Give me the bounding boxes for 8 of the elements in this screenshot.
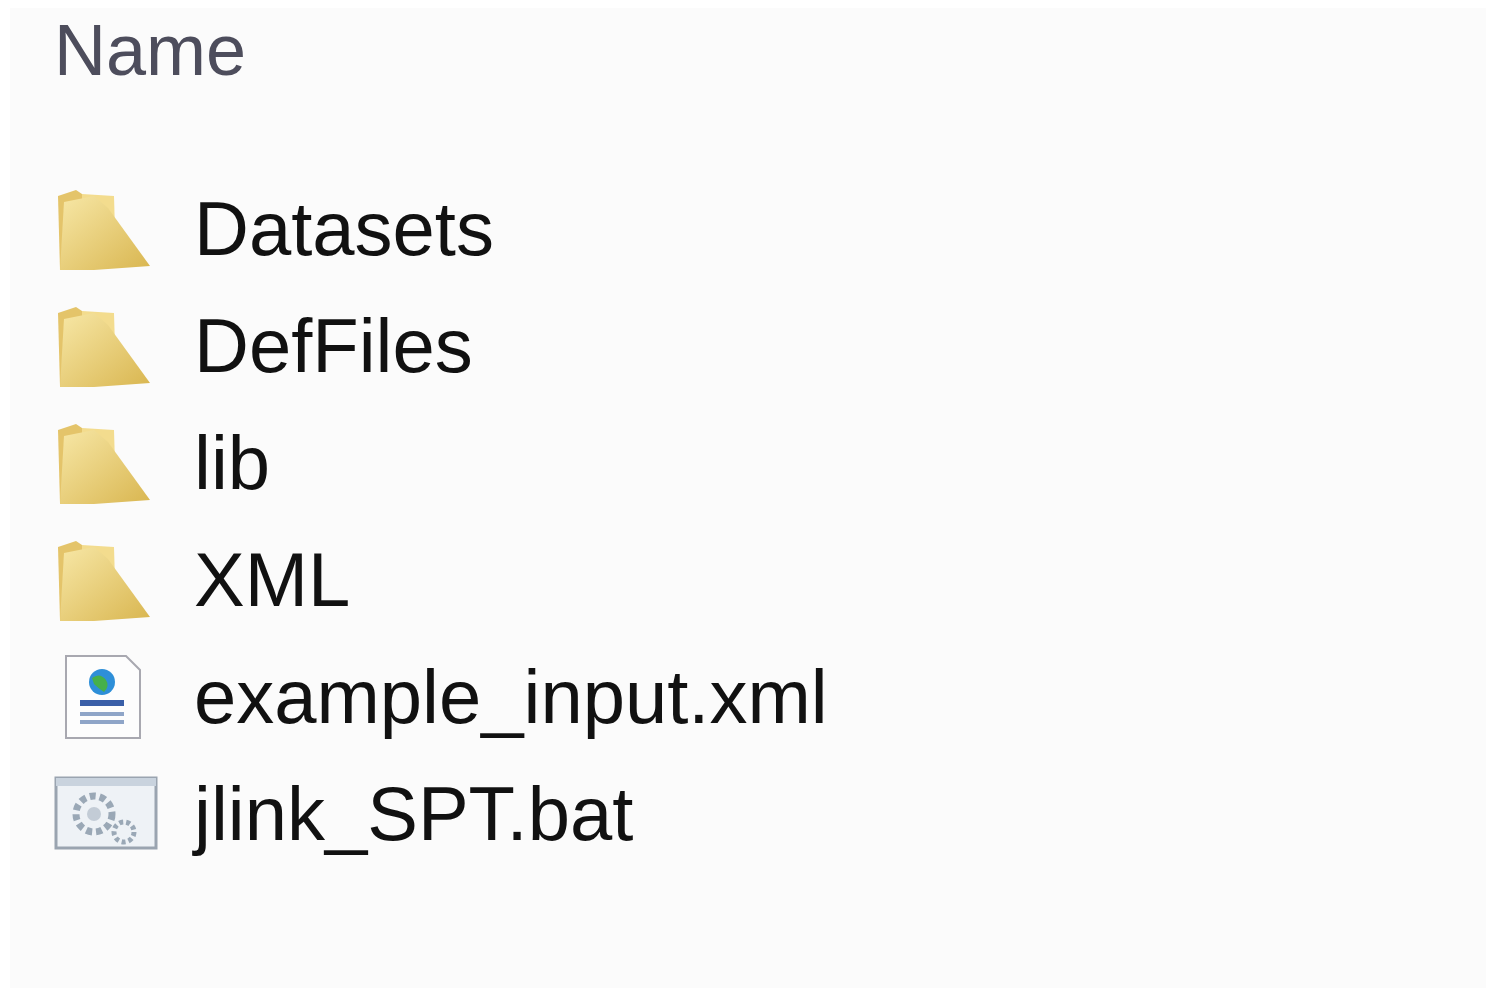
file-name[interactable]: DefFiles: [194, 300, 473, 391]
name-column-header[interactable]: Name: [54, 8, 1486, 170]
gear-window-icon: [54, 775, 158, 852]
file-name[interactable]: Datasets: [194, 183, 494, 274]
file-name[interactable]: XML: [194, 534, 351, 625]
file-name[interactable]: jlink_SPT.bat: [194, 768, 634, 859]
file-name[interactable]: example_input.xml: [194, 651, 828, 742]
file-name[interactable]: lib: [194, 417, 271, 508]
